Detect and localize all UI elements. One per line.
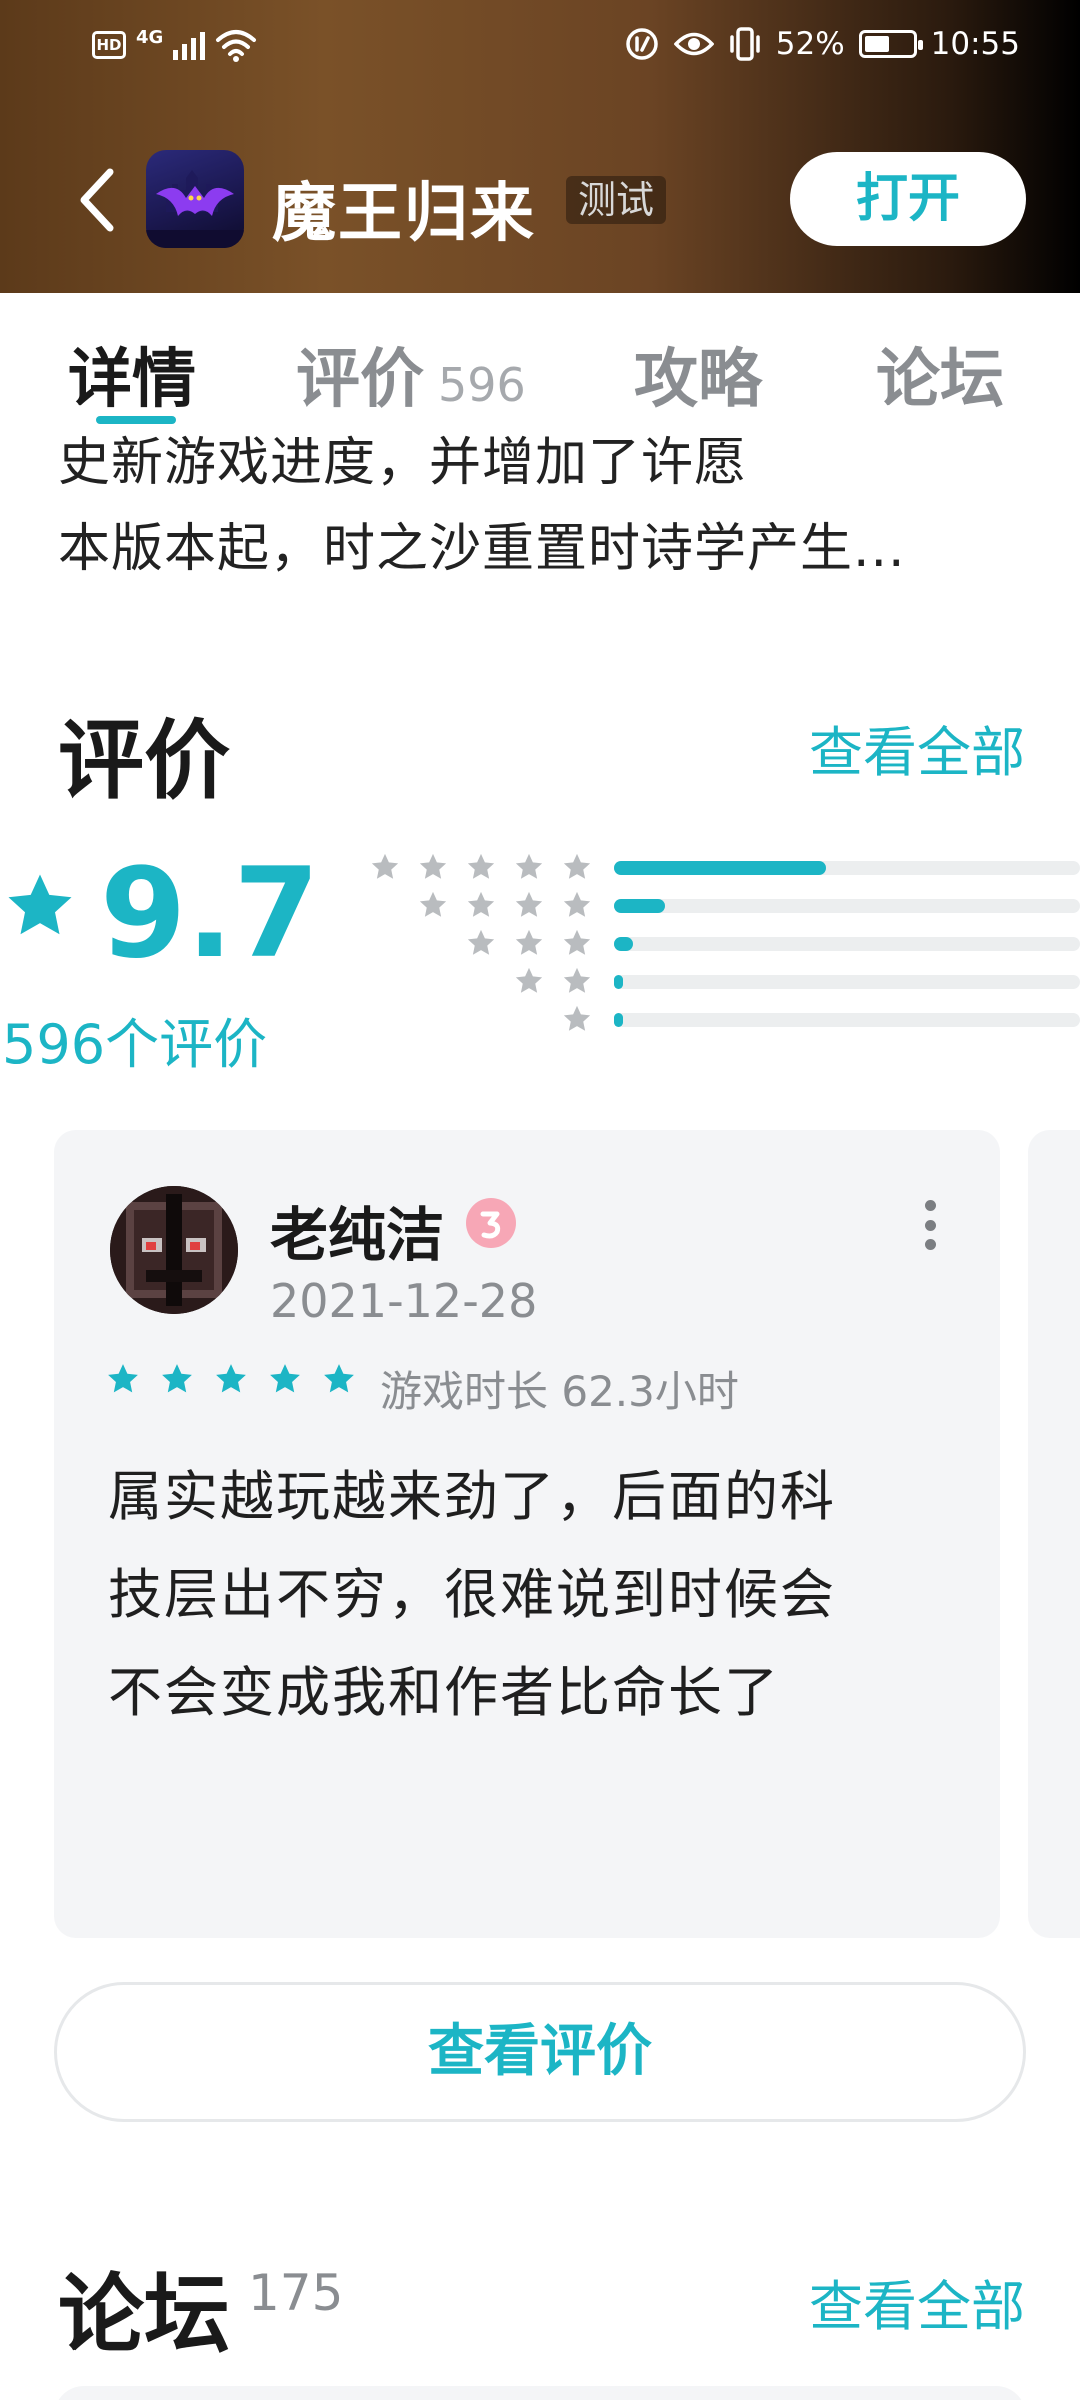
star-icon [515,929,543,955]
star-icon [563,891,591,917]
distribution-bar-fill [614,937,633,951]
tab-reviews[interactable]: 评价 596 [296,328,526,420]
distribution-bar-fill [614,1013,624,1027]
hd-icon: HD [92,31,126,59]
next-review-card[interactable] [1028,1130,1080,1938]
rating-distribution-row [0,852,1080,886]
test-tag: 测试 [566,176,667,224]
tab-details[interactable]: 详情 [68,328,196,420]
rating-distribution-row [0,928,1080,962]
star-icon [563,967,591,993]
battery-percent: 52% [775,26,845,62]
star-icon [467,891,495,917]
distribution-bar-track [614,1013,1080,1027]
view-reviews-button[interactable]: 查看评价 [54,1982,1026,2122]
star-icon [216,1364,246,1393]
app-title: 魔王归来 [272,177,536,251]
distribution-bar-track [614,975,1080,989]
distribution-stars [418,890,592,920]
distribution-stars [514,966,592,996]
status-bar: HD 4G 52% 10:55 [0,0,1080,100]
star-icon [324,1364,354,1393]
back-button[interactable] [70,160,130,240]
tab-reviews-count: 596 [438,358,526,412]
distribution-stars [370,852,592,882]
star-icon [270,1364,300,1393]
distribution-bar-track [614,937,1080,951]
distribution-bar-fill [614,861,827,875]
distribution-bar-fill [614,899,666,913]
review-text-line: 属实越玩越来劲了，后面的科 [108,1465,836,1528]
star-icon [515,967,543,993]
star-icon [108,1364,138,1393]
review-text-line: 不会变成我和作者比命长了 [108,1661,780,1724]
forum-section-title: 论坛 [58,2265,230,2365]
distribution-stars [562,1004,592,1034]
tab-forum[interactable]: 论坛 [876,328,1004,420]
star-icon [563,853,591,879]
description-line: 史新游戏进度，并增加了许愿 [58,433,748,493]
description-line[interactable]: 本版本起，时之沙重置时诗学产生... [58,506,906,581]
battery-icon [858,30,923,58]
review-star-rating [106,1362,356,1396]
review-date: 2021-12-28 [270,1274,538,1328]
rating-distribution-row [0,1004,1080,1038]
wifi-icon [216,30,257,62]
status-right: 52% 10:55 [624,26,1020,62]
more-options-icon[interactable] [920,1200,940,1250]
tab-reviews-label: 评价 [296,343,424,417]
rating-section-title: 评价 [58,711,230,811]
star-icon [515,891,543,917]
tab-guides[interactable]: 攻略 [634,328,762,420]
rating-distribution-row [0,890,1080,924]
star-icon [563,1005,591,1031]
review-card[interactable]: 老纯洁 2021-12-28 游戏时长 62.3小时 属实越玩越来劲了，后面的科… [54,1130,1000,1938]
app-header: HD 4G 52% 10:55 魔王归来 测试 打开 [0,0,1080,293]
app-icon [146,150,244,248]
star-icon [467,929,495,955]
rating-see-all-link[interactable]: 查看全部 [809,708,1025,787]
avatar[interactable] [110,1186,238,1314]
star-icon [515,853,543,879]
forum-count: 175 [248,2264,344,2322]
star-icon [563,929,591,955]
open-button[interactable]: 打开 [790,152,1026,246]
distribution-bar-track [614,861,1080,875]
eye-comfort-icon [673,32,714,56]
review-text-line: 技层出不穷，很难说到时候会 [108,1563,836,1626]
forum-item-peek[interactable] [54,2386,1026,2400]
distribution-bar-track [614,899,1080,913]
playtime: 游戏时长 62.3小时 [380,1367,739,1416]
status-left: HD 4G [92,26,257,62]
rating-distribution-row [0,966,1080,1000]
vibrate-icon [730,27,760,61]
network-type: 4G [136,26,164,48]
clock: 10:55 [930,26,1020,62]
level-badge-icon [466,1198,516,1248]
star-icon [467,853,495,879]
star-icon [371,853,399,879]
star-icon [419,853,447,879]
battery-fill [864,36,889,52]
forum-see-all-link[interactable]: 查看全部 [809,2262,1025,2341]
distribution-bar-fill [614,975,624,989]
data-saver-icon [626,28,658,60]
signal-icon [173,30,206,60]
reviewer-name[interactable]: 老纯洁 [270,1188,444,1272]
chevron-left-icon [80,168,114,232]
bat-castle-icon [146,170,244,248]
star-icon [419,891,447,917]
avatar-image [110,1186,238,1314]
tab-bar: 详情 评价 596 攻略 论坛 [0,300,1080,420]
star-icon [162,1364,192,1393]
distribution-stars [466,928,592,958]
